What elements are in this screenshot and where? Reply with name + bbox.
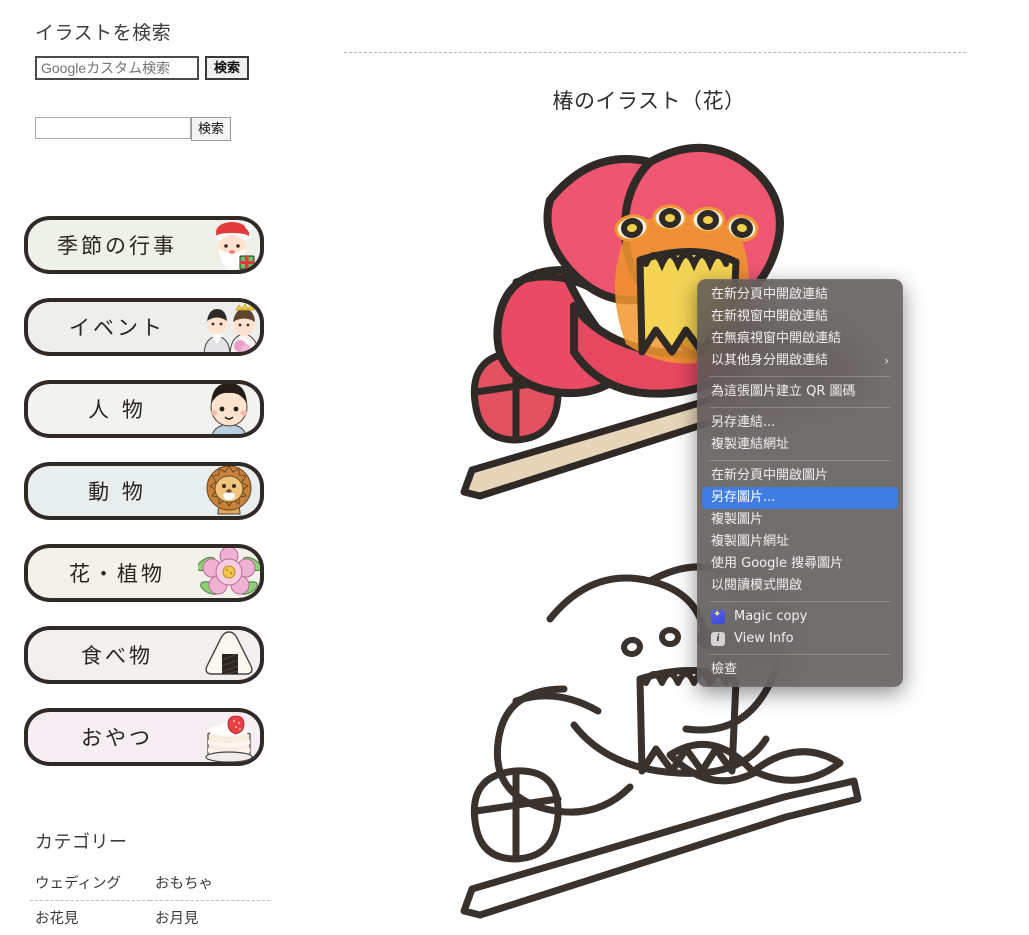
sidebar-item-label: イベント bbox=[28, 312, 198, 342]
menu-item-label: 為這張圖片建立 QR 圖碼 bbox=[711, 381, 889, 403]
menu-item-label: 以閱讀模式開啟 bbox=[711, 575, 889, 597]
category-link-wedding[interactable]: ウェディング bbox=[30, 866, 150, 901]
sidebar-item-label: 人 物 bbox=[28, 394, 198, 424]
sidebar-item-people[interactable]: 人 物 bbox=[24, 380, 264, 438]
menu-item-inspect[interactable]: 檢查 bbox=[702, 659, 898, 681]
menu-item-create-qr-code[interactable]: 為這張圖片建立 QR 圖碼 bbox=[702, 381, 898, 403]
menu-item-save-link-as[interactable]: 另存連結... bbox=[702, 412, 898, 434]
category-link-toys[interactable]: おもちゃ bbox=[150, 866, 270, 901]
santa-claus-icon bbox=[198, 216, 260, 274]
menu-separator bbox=[709, 654, 891, 655]
sidebar-item-label: おやつ bbox=[28, 722, 198, 752]
sidebar-item-snacks[interactable]: おやつ bbox=[24, 708, 264, 766]
content-top-divider bbox=[344, 52, 966, 53]
sidebar: イラストを検索 検索 検索 季節の行事 bbox=[0, 0, 330, 920]
menu-item-label: 在新分頁中開啟連結 bbox=[711, 284, 889, 306]
magic-wand-icon bbox=[711, 610, 725, 624]
menu-item-label: 檢查 bbox=[711, 659, 889, 681]
menu-item-open-link-new-tab[interactable]: 在新分頁中開啟連結 bbox=[702, 284, 898, 306]
sidebar-item-label: 季節の行事 bbox=[28, 230, 198, 260]
category-heading: カテゴリー bbox=[35, 828, 128, 854]
info-icon: i bbox=[711, 632, 725, 646]
menu-item-label: 複製連結網址 bbox=[711, 434, 889, 456]
peony-flower-icon bbox=[198, 544, 260, 602]
main-content: 椿のイラスト（花） bbox=[344, 0, 1029, 920]
menu-item-label: Magic copy bbox=[734, 606, 889, 628]
page-title: 椿のイラスト（花） bbox=[344, 85, 954, 115]
table-row: お花見 お月見 bbox=[30, 901, 270, 935]
menu-item-label: 在無痕視窗中開啟連結 bbox=[711, 328, 889, 350]
menu-item-label: 另存連結... bbox=[711, 412, 889, 434]
menu-item-copy-image[interactable]: 複製圖片 bbox=[702, 509, 898, 531]
context-menu[interactable]: 在新分頁中開啟連結 在新視窗中開啟連結 在無痕視窗中開啟連結 以其他身分開啟連結… bbox=[697, 279, 903, 687]
menu-separator bbox=[709, 407, 891, 408]
sidebar-heading: イラストを検索 bbox=[0, 0, 330, 45]
menu-item-open-in-reading-mode[interactable]: 以閱讀模式開啟 bbox=[702, 575, 898, 597]
menu-item-search-image-with-google[interactable]: 使用 Google 搜尋圖片 bbox=[702, 553, 898, 575]
menu-item-open-link-incognito[interactable]: 在無痕視窗中開啟連結 bbox=[702, 328, 898, 350]
table-row: ウェディング おもちゃ bbox=[30, 866, 270, 901]
category-table: ウェディング おもちゃ お花見 お月見 bbox=[30, 866, 270, 935]
site-search-input[interactable] bbox=[35, 117, 191, 139]
sidebar-item-events[interactable]: イベント bbox=[24, 298, 264, 356]
sidebar-nav-list: 季節の行事 bbox=[24, 216, 274, 790]
google-custom-search-button[interactable]: 検索 bbox=[205, 56, 249, 80]
sidebar-item-food[interactable]: 食べ物 bbox=[24, 626, 264, 684]
category-link-hanami[interactable]: お花見 bbox=[30, 901, 150, 935]
category-link-tsukimi[interactable]: お月見 bbox=[150, 901, 270, 935]
sidebar-item-flowers-plants[interactable]: 花・植物 bbox=[24, 544, 264, 602]
menu-item-label: 在新視窗中開啟連結 bbox=[711, 306, 889, 328]
menu-item-open-link-as-other-profile[interactable]: 以其他身分開啟連結 › bbox=[702, 350, 898, 372]
menu-item-open-image-new-tab[interactable]: 在新分頁中開啟圖片 bbox=[702, 465, 898, 487]
menu-item-view-info[interactable]: i View Info bbox=[702, 628, 898, 650]
menu-item-label: 以其他身分開啟連結 bbox=[711, 350, 876, 372]
sidebar-item-label: 花・植物 bbox=[28, 558, 198, 588]
menu-separator bbox=[709, 376, 891, 377]
lion-icon bbox=[198, 462, 260, 520]
menu-item-open-link-new-window[interactable]: 在新視窗中開啟連結 bbox=[702, 306, 898, 328]
menu-separator bbox=[709, 601, 891, 602]
sidebar-item-label: 食べ物 bbox=[28, 640, 198, 670]
menu-item-magic-copy[interactable]: Magic copy bbox=[702, 606, 898, 628]
page-root: イラストを検索 検索 検索 季節の行事 bbox=[0, 0, 1029, 920]
menu-separator bbox=[709, 460, 891, 461]
site-search-button[interactable]: 検索 bbox=[191, 117, 231, 141]
google-custom-search-input[interactable] bbox=[35, 56, 199, 80]
menu-item-label: 複製圖片 bbox=[711, 509, 889, 531]
menu-item-label: 另存圖片... bbox=[711, 487, 889, 509]
google-custom-search-form: 検索 bbox=[35, 56, 249, 80]
sidebar-item-animals[interactable]: 動 物 bbox=[24, 462, 264, 520]
shortcake-icon bbox=[198, 708, 260, 766]
onigiri-icon bbox=[198, 626, 260, 684]
chevron-right-icon: › bbox=[884, 355, 889, 367]
sidebar-item-label: 動 物 bbox=[28, 476, 198, 506]
menu-item-copy-link-address[interactable]: 複製連結網址 bbox=[702, 434, 898, 456]
menu-item-label: 在新分頁中開啟圖片 bbox=[711, 465, 889, 487]
site-search-form: 検索 bbox=[35, 117, 231, 141]
wedding-couple-icon bbox=[198, 298, 260, 356]
menu-item-label: 複製圖片網址 bbox=[711, 531, 889, 553]
menu-item-label: View Info bbox=[734, 628, 889, 650]
boy-face-icon bbox=[198, 380, 260, 438]
menu-item-label: 使用 Google 搜尋圖片 bbox=[711, 553, 889, 575]
sidebar-item-seasonal-events[interactable]: 季節の行事 bbox=[24, 216, 264, 274]
menu-item-copy-image-address[interactable]: 複製圖片網址 bbox=[702, 531, 898, 553]
menu-item-save-image-as[interactable]: 另存圖片... bbox=[702, 487, 898, 509]
